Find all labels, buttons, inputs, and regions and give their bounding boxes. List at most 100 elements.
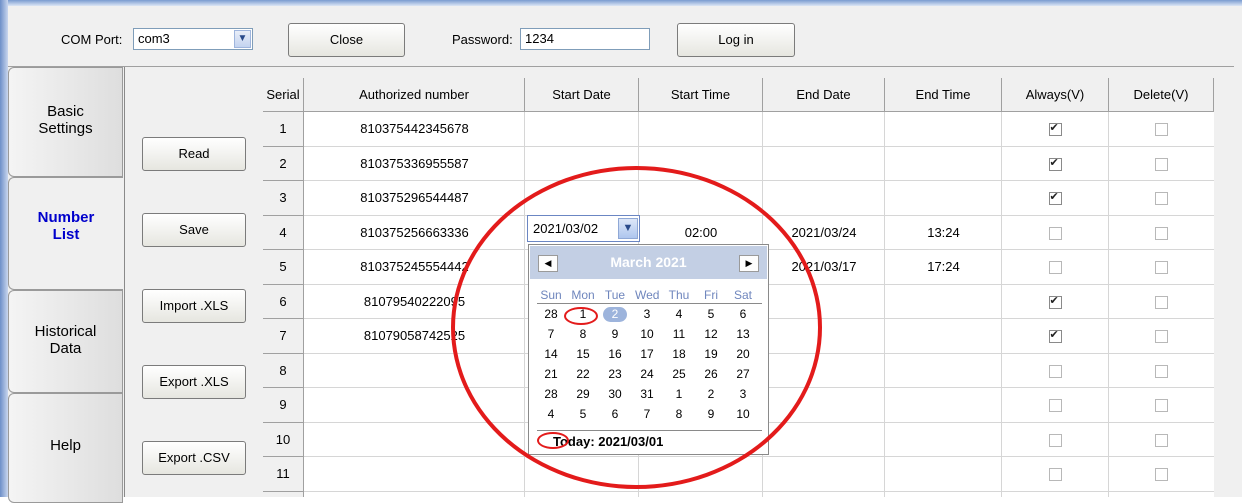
calendar-day[interactable]: 23 [603,367,627,382]
cell-end-time[interactable] [885,319,1002,354]
close-button[interactable]: Close [288,23,405,57]
cell-number[interactable]: 81079540222095 [304,285,525,320]
cell-end-time[interactable] [885,181,1002,216]
calendar-day[interactable]: 10 [635,327,659,342]
calendar-day[interactable]: 4 [539,407,563,422]
calendar-day[interactable]: 4 [667,307,691,322]
calendar-day[interactable]: 7 [539,327,563,342]
calendar-day[interactable]: 2 [699,387,723,402]
delete-checkbox[interactable] [1154,399,1168,412]
tab-historical-data[interactable]: Historical Data [8,290,123,393]
import-xls-button[interactable]: Import .XLS [142,289,246,323]
always-checkbox[interactable] [1048,226,1062,240]
cell-end-date[interactable] [763,388,885,423]
delete-checkbox[interactable] [1154,364,1168,378]
cell-end-date[interactable] [763,319,885,354]
delete-checkbox[interactable] [1154,123,1168,136]
cell-number[interactable] [304,457,525,492]
save-button[interactable]: Save [142,213,246,247]
login-button[interactable]: Log in [677,23,795,57]
cell-start-date[interactable] [525,492,639,498]
calendar-day[interactable]: 3 [731,387,755,402]
header-start-time[interactable]: Start Time [639,78,763,112]
cell-number[interactable] [304,492,525,498]
delete-checkbox[interactable] [1154,226,1168,240]
calendar-day[interactable]: 26 [699,367,723,382]
calendar-day-selected[interactable]: 2 [603,307,627,322]
cell-end-date[interactable] [763,285,885,320]
cell-end-date[interactable] [763,181,885,216]
calendar-day[interactable]: 27 [731,367,755,382]
cell-start-time[interactable] [639,492,763,498]
calendar-day[interactable]: 30 [603,387,627,402]
calendar-day[interactable]: 12 [699,327,723,342]
calendar-day[interactable]: 20 [731,347,755,362]
always-checkbox[interactable] [1048,156,1062,171]
cell-start-date[interactable] [525,112,639,147]
calendar-day[interactable]: 11 [667,327,691,342]
always-checkbox[interactable] [1048,190,1062,205]
cell-start-time[interactable] [639,147,763,182]
cell-number[interactable]: 810375296544487 [304,181,525,216]
calendar-day[interactable]: 8 [667,407,691,422]
calendar-day[interactable]: 7 [635,407,659,422]
row-serial[interactable]: 11 [263,457,304,492]
calendar-day[interactable]: 31 [635,387,659,402]
cell-end-time[interactable] [885,354,1002,389]
row-serial[interactable]: 8 [263,353,304,388]
row-serial[interactable]: 4 [263,215,304,250]
cell-end-date[interactable] [763,354,885,389]
cell-number[interactable]: 810375245554442 [304,250,525,285]
cell-start-date[interactable] [525,147,639,182]
cell-end-date[interactable]: 2021/03/24 [763,216,885,251]
cell-number[interactable]: 810375336955587 [304,147,525,182]
calendar-day[interactable]: 5 [571,407,595,422]
cell-number[interactable]: 81079058742525 [304,319,525,354]
calendar-day[interactable]: 22 [571,367,595,382]
cell-end-date[interactable]: 2021/03/17 [763,250,885,285]
header-end-time[interactable]: End Time [885,78,1002,112]
header-serial[interactable]: Serial [263,78,304,112]
cell-start-time[interactable] [639,457,763,492]
cell-end-time[interactable] [885,492,1002,498]
calendar-day[interactable]: 25 [667,367,691,382]
calendar-day[interactable]: 28 [539,387,563,402]
delete-checkbox[interactable] [1154,468,1168,481]
cell-end-date[interactable] [763,423,885,458]
header-end-date[interactable]: End Date [763,78,885,112]
always-checkbox[interactable] [1048,433,1062,447]
delete-checkbox[interactable] [1154,261,1168,274]
header-always[interactable]: Always(V) [1002,78,1109,112]
always-checkbox[interactable] [1048,399,1062,412]
cell-end-time[interactable] [885,457,1002,492]
header-authorized-number[interactable]: Authorized number [304,78,525,112]
cell-end-time[interactable] [885,388,1002,423]
calendar-day[interactable]: 15 [571,347,595,362]
export-xls-button[interactable]: Export .XLS [142,365,246,399]
calendar-day[interactable]: 18 [667,347,691,362]
read-button[interactable]: Read [142,137,246,171]
password-input[interactable]: 1234 [520,28,650,50]
row-serial[interactable]: 6 [263,284,304,319]
cell-end-date[interactable] [763,492,885,498]
calendar-today-button[interactable]: Today: 2021/03/01 [553,434,663,449]
cell-number[interactable] [304,388,525,423]
cell-end-time[interactable] [885,112,1002,147]
calendar-day[interactable]: 29 [571,387,595,402]
calendar-day[interactable]: 19 [699,347,723,362]
calendar-day[interactable]: 1 [571,307,595,322]
row-serial[interactable]: 7 [263,319,304,354]
tab-number-list[interactable]: Number List [8,177,123,290]
calendar-day[interactable]: 6 [603,407,627,422]
cell-end-date[interactable] [763,457,885,492]
cell-end-date[interactable] [763,112,885,147]
calendar-day[interactable]: 13 [731,327,755,342]
delete-checkbox[interactable] [1154,330,1168,343]
delete-checkbox[interactable] [1154,295,1168,309]
row-serial[interactable]: 5 [263,250,304,285]
always-checkbox[interactable] [1048,364,1062,378]
cell-number[interactable] [304,423,525,458]
always-checkbox[interactable] [1048,261,1062,274]
cell-end-time[interactable] [885,285,1002,320]
chevron-down-icon[interactable]: ▼ [234,30,251,48]
